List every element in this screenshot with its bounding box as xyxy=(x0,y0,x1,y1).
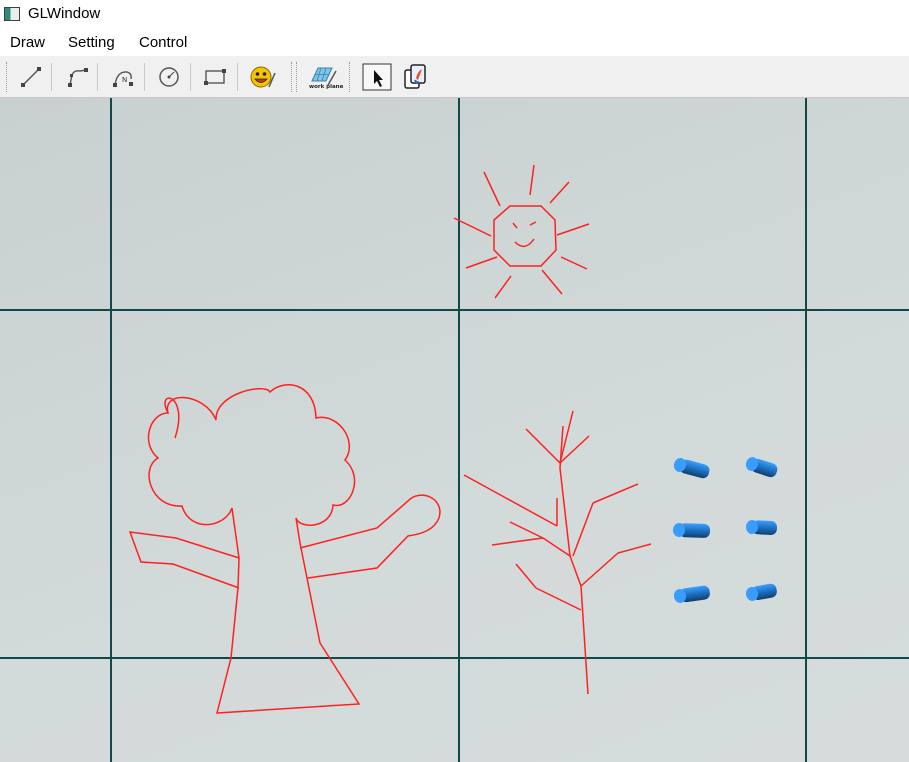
copy-icon xyxy=(404,64,426,89)
rectangle-tool[interactable] xyxy=(200,63,230,91)
menu-control[interactable]: Control xyxy=(139,34,187,51)
grid-lines xyxy=(0,98,909,762)
line-icon xyxy=(21,67,41,87)
cylinder-array xyxy=(672,457,778,603)
toolbar: N work plane xyxy=(0,56,909,98)
curve-tool[interactable]: N xyxy=(108,63,138,91)
toolbar-grip[interactable] xyxy=(349,62,352,92)
line-tool[interactable] xyxy=(16,63,46,91)
smiley-icon xyxy=(250,66,276,88)
toolbar-separator xyxy=(97,63,98,91)
menu-bar: Draw Setting Control xyxy=(0,30,909,56)
bezier-curve-icon: N xyxy=(113,71,133,87)
toolbar-grip[interactable] xyxy=(291,62,294,92)
toolbar-separator xyxy=(144,63,145,91)
menu-draw[interactable]: Draw xyxy=(10,34,45,51)
toolbar-grip[interactable] xyxy=(296,62,299,92)
circle-icon xyxy=(159,67,179,87)
cylinder xyxy=(672,523,711,538)
branch-tree-drawing xyxy=(463,410,652,695)
menu-setting[interactable]: Setting xyxy=(68,34,115,51)
select-tool[interactable] xyxy=(362,63,392,91)
window-title: GLWindow xyxy=(28,5,101,22)
smiley-tool[interactable] xyxy=(247,63,277,91)
toolbar-separator xyxy=(190,63,191,91)
gl-canvas[interactable] xyxy=(0,98,909,762)
app-icon xyxy=(4,7,20,21)
work-plane-tool[interactable]: work plane xyxy=(306,63,344,91)
cylinder xyxy=(745,520,778,535)
big-tree-drawing xyxy=(128,384,441,714)
toolbar-separator xyxy=(51,63,52,91)
arrow-cursor-icon xyxy=(362,63,392,91)
copy-tool[interactable] xyxy=(400,63,430,91)
rectangle-icon xyxy=(204,69,226,85)
sun-drawing xyxy=(453,164,590,299)
title-bar: GLWindow xyxy=(0,0,909,30)
svg-text:N: N xyxy=(122,76,127,84)
polyline-tool[interactable] xyxy=(62,63,92,91)
work-plane-label: work plane xyxy=(309,84,344,90)
circle-tool[interactable] xyxy=(154,63,184,91)
toolbar-separator xyxy=(237,63,238,91)
drawing-surface[interactable] xyxy=(0,98,909,762)
cylinder xyxy=(673,585,710,603)
cylinder xyxy=(745,583,777,601)
toolbar-grip[interactable] xyxy=(6,62,9,92)
polyline-icon xyxy=(68,68,88,87)
cylinder xyxy=(745,457,778,478)
cylinder xyxy=(673,458,710,479)
